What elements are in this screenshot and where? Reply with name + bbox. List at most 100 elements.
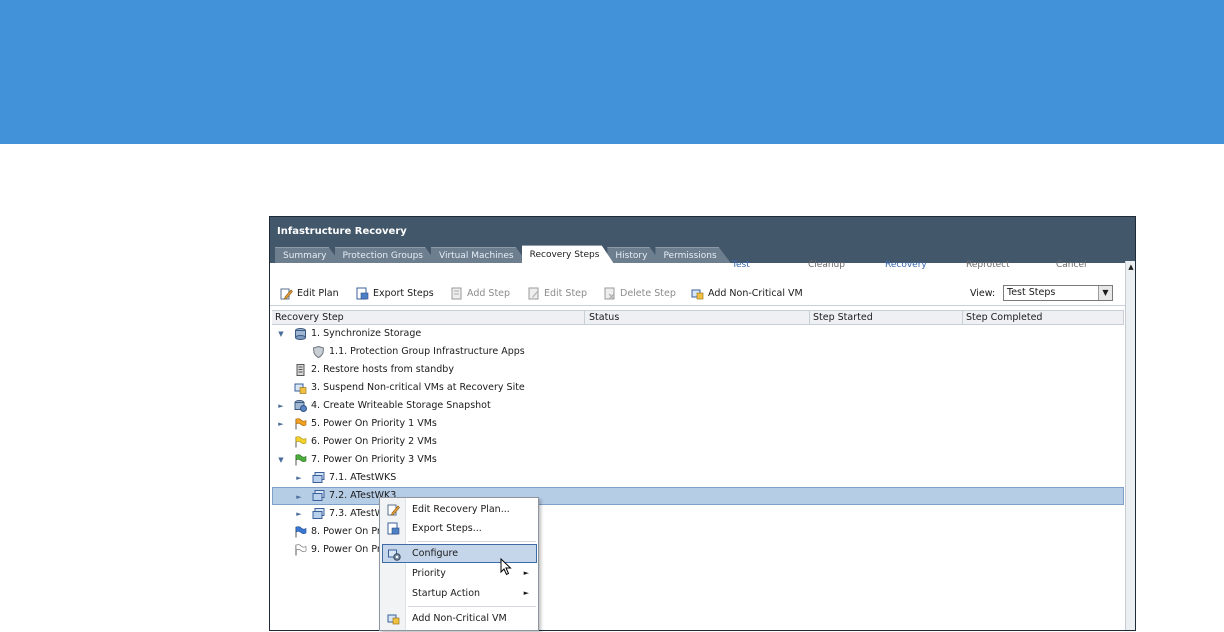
menu-item-add-noncritical-vm[interactable]: Add Non-Critical VM bbox=[382, 609, 537, 628]
row-label: 8. Power On Pri bbox=[311, 526, 384, 537]
mouse-cursor-icon bbox=[500, 557, 512, 576]
menu-item-startup-action[interactable]: Startup Action ► bbox=[382, 584, 537, 603]
add-step-button[interactable]: Add Step bbox=[450, 286, 510, 300]
view-label: View: bbox=[970, 288, 996, 299]
storage-sync-icon bbox=[294, 328, 307, 340]
collapse-arrow-icon[interactable]: ▼ bbox=[277, 325, 285, 343]
recovery-action-link[interactable]: Recovery bbox=[885, 260, 927, 270]
table-row[interactable]: ► 5. Power On Priority 1 VMs bbox=[272, 415, 1124, 433]
table-row[interactable]: ▼ 7. Power On Priority 3 VMs bbox=[272, 451, 1124, 469]
vm-icon bbox=[312, 508, 325, 520]
expand-arrow-icon[interactable]: ► bbox=[295, 488, 303, 506]
context-menu: Edit Recovery Plan... Export Steps... Co… bbox=[379, 497, 539, 631]
add-vm-icon bbox=[387, 612, 400, 625]
row-label: 4. Create Writeable Storage Snapshot bbox=[311, 400, 491, 411]
table-row[interactable]: 2. Restore hosts from standby bbox=[272, 361, 1124, 379]
row-label: 1. Synchronize Storage bbox=[311, 328, 422, 339]
edit-plan-icon bbox=[280, 287, 293, 300]
delete-step-button[interactable]: Delete Step bbox=[603, 286, 676, 300]
add-noncritical-vm-label: Add Non-Critical VM bbox=[708, 287, 803, 299]
tab-protection-groups[interactable]: Protection Groups bbox=[335, 247, 437, 263]
test-action-link[interactable]: Test bbox=[732, 260, 750, 270]
column-header-step-completed[interactable]: Step Completed bbox=[963, 311, 1124, 324]
submenu-arrow-icon: ► bbox=[523, 569, 529, 577]
flag-blue-icon bbox=[294, 526, 307, 538]
menu-item-edit-recovery-plan[interactable]: Edit Recovery Plan... bbox=[382, 500, 537, 519]
menu-item-configure[interactable]: Configure bbox=[382, 544, 537, 563]
vm-suspend-icon bbox=[294, 382, 307, 394]
submenu-arrow-icon: ► bbox=[523, 589, 529, 597]
menu-item-priority[interactable]: Priority ► bbox=[382, 564, 537, 583]
menu-item-export-steps[interactable]: Export Steps... bbox=[382, 519, 537, 538]
reprotect-action-link[interactable]: Reprotect bbox=[966, 260, 1010, 270]
menu-separator bbox=[408, 541, 536, 542]
add-vm-icon bbox=[691, 287, 704, 300]
host-icon bbox=[294, 364, 307, 376]
row-label: 2. Restore hosts from standby bbox=[311, 364, 454, 375]
edit-plan-icon bbox=[387, 503, 400, 516]
title-bar: Infastructure Recovery Summary Protectio… bbox=[270, 217, 1135, 263]
row-label: 3. Suspend Non-critical VMs at Recovery … bbox=[311, 382, 525, 393]
delete-step-label: Delete Step bbox=[620, 287, 676, 299]
snapshot-icon bbox=[294, 400, 307, 412]
expand-arrow-icon[interactable]: ► bbox=[295, 505, 303, 523]
row-label: 5. Power On Priority 1 VMs bbox=[311, 418, 437, 429]
tab-permissions[interactable]: Permissions bbox=[655, 247, 730, 263]
shield-icon bbox=[312, 345, 325, 359]
tab-summary[interactable]: Summary bbox=[275, 247, 341, 263]
menu-separator bbox=[408, 606, 536, 607]
edit-step-button[interactable]: Edit Step bbox=[527, 286, 587, 300]
column-header-step-started[interactable]: Step Started bbox=[810, 311, 963, 324]
view-select[interactable]: Test Steps ▼ bbox=[1003, 285, 1113, 301]
row-label: 9. Power On Pri bbox=[311, 544, 384, 555]
add-step-icon bbox=[450, 287, 463, 300]
edit-plan-label: Edit Plan bbox=[297, 287, 339, 299]
edit-step-label: Edit Step bbox=[544, 287, 588, 299]
table-row[interactable]: ▼ 1. Synchronize Storage bbox=[272, 325, 1124, 343]
row-label: 6. Power On Priority 2 VMs bbox=[311, 436, 437, 447]
toolbar: Edit Plan Export Steps Add Step Edit Ste… bbox=[270, 279, 1125, 306]
table-row[interactable]: 6. Power On Priority 2 VMs bbox=[272, 433, 1124, 451]
expand-arrow-icon[interactable]: ► bbox=[277, 415, 285, 433]
tab-virtual-machines[interactable]: Virtual Machines bbox=[431, 247, 528, 263]
row-label: 7. Power On Priority 3 VMs bbox=[311, 454, 437, 465]
flag-green-icon bbox=[294, 454, 307, 466]
cleanup-action-link[interactable]: Cleanup bbox=[808, 260, 845, 270]
table-row[interactable]: ► 4. Create Writeable Storage Snapshot bbox=[272, 397, 1124, 415]
vertical-scrollbar[interactable]: ▲ bbox=[1125, 261, 1135, 630]
cancel-action-link[interactable]: Cancel bbox=[1056, 260, 1087, 270]
expand-arrow-icon[interactable]: ► bbox=[277, 397, 285, 415]
collapse-arrow-icon[interactable]: ▼ bbox=[277, 451, 285, 469]
table-row[interactable]: 3. Suspend Non-critical VMs at Recovery … bbox=[272, 379, 1124, 397]
add-noncritical-vm-button[interactable]: Add Non-Critical VM bbox=[691, 286, 803, 300]
edit-plan-button[interactable]: Edit Plan bbox=[280, 286, 339, 300]
table-header: Recovery Step Status Step Started Step C… bbox=[272, 310, 1124, 325]
header-banner bbox=[0, 0, 1224, 144]
export-steps-icon bbox=[356, 287, 369, 300]
row-label: 7.3. ATestW bbox=[329, 508, 385, 519]
table-row[interactable]: 1.1. Protection Group Infrastructure App… bbox=[272, 343, 1124, 361]
export-steps-icon bbox=[387, 522, 400, 535]
configure-gear-icon bbox=[388, 548, 401, 561]
window-title: Infastructure Recovery bbox=[277, 226, 407, 237]
scroll-up-icon[interactable]: ▲ bbox=[1127, 263, 1135, 271]
row-label: 1.1. Protection Group Infrastructure App… bbox=[329, 346, 525, 357]
row-label: 7.1. ATestWKS bbox=[329, 472, 397, 483]
table-row[interactable]: ► 7.1. ATestWKS bbox=[272, 469, 1124, 487]
delete-step-icon bbox=[603, 287, 616, 300]
column-header-recovery-step[interactable]: Recovery Step bbox=[272, 311, 585, 324]
flag-orange-icon bbox=[294, 418, 307, 430]
export-steps-label: Export Steps bbox=[373, 287, 434, 299]
tab-strip: Summary Protection Groups Virtual Machin… bbox=[275, 245, 725, 263]
edit-step-icon bbox=[527, 287, 540, 300]
expand-arrow-icon[interactable]: ► bbox=[295, 469, 303, 487]
vm-icon bbox=[312, 490, 325, 502]
chevron-down-icon: ▼ bbox=[1098, 286, 1112, 300]
view-select-value: Test Steps bbox=[1007, 287, 1056, 298]
export-steps-button[interactable]: Export Steps bbox=[356, 286, 434, 300]
column-header-status[interactable]: Status bbox=[586, 311, 810, 324]
tab-recovery-steps[interactable]: Recovery Steps bbox=[522, 245, 614, 263]
add-step-label: Add Step bbox=[467, 287, 511, 299]
flag-white-icon bbox=[294, 544, 307, 556]
tab-history[interactable]: History bbox=[607, 247, 661, 263]
